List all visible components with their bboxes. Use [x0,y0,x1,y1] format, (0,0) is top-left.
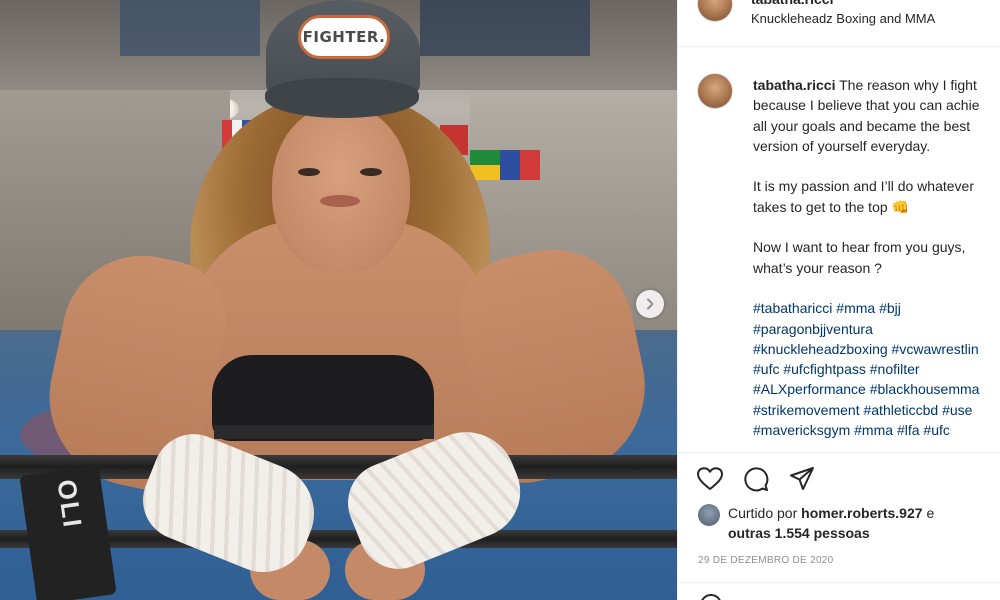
hashtag-line: #tabatharicci #mma #bjj [753,298,1000,318]
like-button[interactable] [696,465,724,493]
flag [470,150,500,180]
hashtag-link[interactable]: #ufc [753,361,779,377]
hashtag-link[interactable]: #tabatharicci [753,300,832,316]
hashtag-link[interactable]: #mma [854,422,893,438]
caption-line: what’s your reason ? [753,259,882,276]
sports-bra-band [214,425,434,439]
caption-line: takes to get to the top 👊 [753,198,909,215]
hashtag-line: #strikemovement #athleticcbd #use [753,400,1000,420]
header-username[interactable]: tabatha.ricci [751,0,833,7]
ceiling-banner [420,0,590,56]
divider [678,452,1000,453]
ring-rope [0,455,677,479]
caption-line: Now I want to hear from you guys, [753,239,966,256]
divider [678,582,1000,583]
ceiling-banner [120,0,260,56]
eye [360,168,382,176]
comment-icon [744,467,769,492]
cap-brim [265,78,419,118]
likes-connector: e [926,505,935,521]
post-photo[interactable]: FIGHTER. OLI [0,0,677,600]
post-caption: tabatha.ricci The reason why I fight bec… [753,75,1000,440]
emoji-icon[interactable] [700,594,722,600]
hashtag-link[interactable]: #blackhousemma [870,381,980,397]
chevron-right-icon [647,298,654,310]
heart-icon [697,467,723,490]
caption-line: all your goals and became the best [753,117,971,134]
share-button[interactable] [788,465,816,493]
action-bar [696,465,816,493]
caption-username[interactable]: tabatha.ricci [753,77,835,93]
likes-others-count[interactable]: outras 1.554 pessoas [728,525,870,541]
hashtag-link[interactable]: #mma [836,300,875,316]
post-side-panel: tabatha.ricci Knuckleheadz Boxing and MM… [677,0,1000,600]
comment-button[interactable] [742,465,770,493]
post-date[interactable]: 29 DE DEZEMBRO DE 2020 [698,555,834,566]
hashtag-line: #paragonbjjventura [753,319,1000,339]
hashtag-link[interactable]: #strikemovement [753,402,860,418]
hashtag-link[interactable]: #bjj [879,300,901,316]
caption-line: because I believe that you can achie [753,97,980,114]
divider [678,46,1000,47]
hashtag-link[interactable]: #ufc [923,422,949,438]
hashtag-line: #ufc #ufcfightpass #nofilter [753,359,1000,379]
header-location[interactable]: Knuckleheadz Boxing and MMA [751,11,935,26]
caption-text: The reason why I fight [839,77,977,93]
hashtag-line: #mavericksgym #mma #lfa #ufc [753,420,1000,440]
caption-gap [753,217,1000,237]
likes-prefix: Curtido por [728,505,798,521]
flag [500,150,540,180]
hashtag-link[interactable]: #knuckleheadzboxing [753,341,888,357]
next-image-button[interactable] [636,290,664,318]
send-icon [790,467,814,490]
cap-patch: FIGHTER. [298,15,390,59]
hashtag-link[interactable]: #paragonbjjventura [753,321,873,337]
caption-gap [753,156,1000,176]
hashtag-link[interactable]: #use [942,402,972,418]
caption-avatar[interactable] [697,73,733,109]
strap-text: OLI [51,477,89,531]
caption-line: tabatha.ricci The reason why I fight [753,75,1000,95]
hashtag-line: #ALXperformance #blackhousemma [753,379,1000,399]
hashtag-link[interactable]: #ufcfightpass [783,361,866,377]
avatar[interactable] [697,0,733,22]
hashtag-line: #knuckleheadzboxing #vcwawrestlin [753,339,1000,359]
hashtag-link[interactable]: #ALXperformance [753,381,866,397]
face [272,105,410,273]
caption-line: It is my passion and I’ll do whatever [753,178,974,195]
hashtag-list: #tabatharicci #mma #bjj #paragonbjjventur… [753,298,1000,440]
liker-username[interactable]: homer.roberts.927 [801,505,922,521]
hashtag-link[interactable]: #vcwawrestlin [892,341,979,357]
liker-avatar[interactable] [698,504,720,526]
likes-summary: Curtido por homer.roberts.927 e outras 1… [728,503,988,543]
caption-gap [753,278,1000,298]
hashtag-link[interactable]: #mavericksgym [753,422,850,438]
hashtag-link[interactable]: #nofilter [870,361,920,377]
lips [320,195,360,207]
caption-line: version of yourself everyday. [753,137,931,154]
hashtag-link[interactable]: #athleticcbd [863,402,938,418]
eye [298,168,320,176]
hashtag-link[interactable]: #lfa [897,422,920,438]
